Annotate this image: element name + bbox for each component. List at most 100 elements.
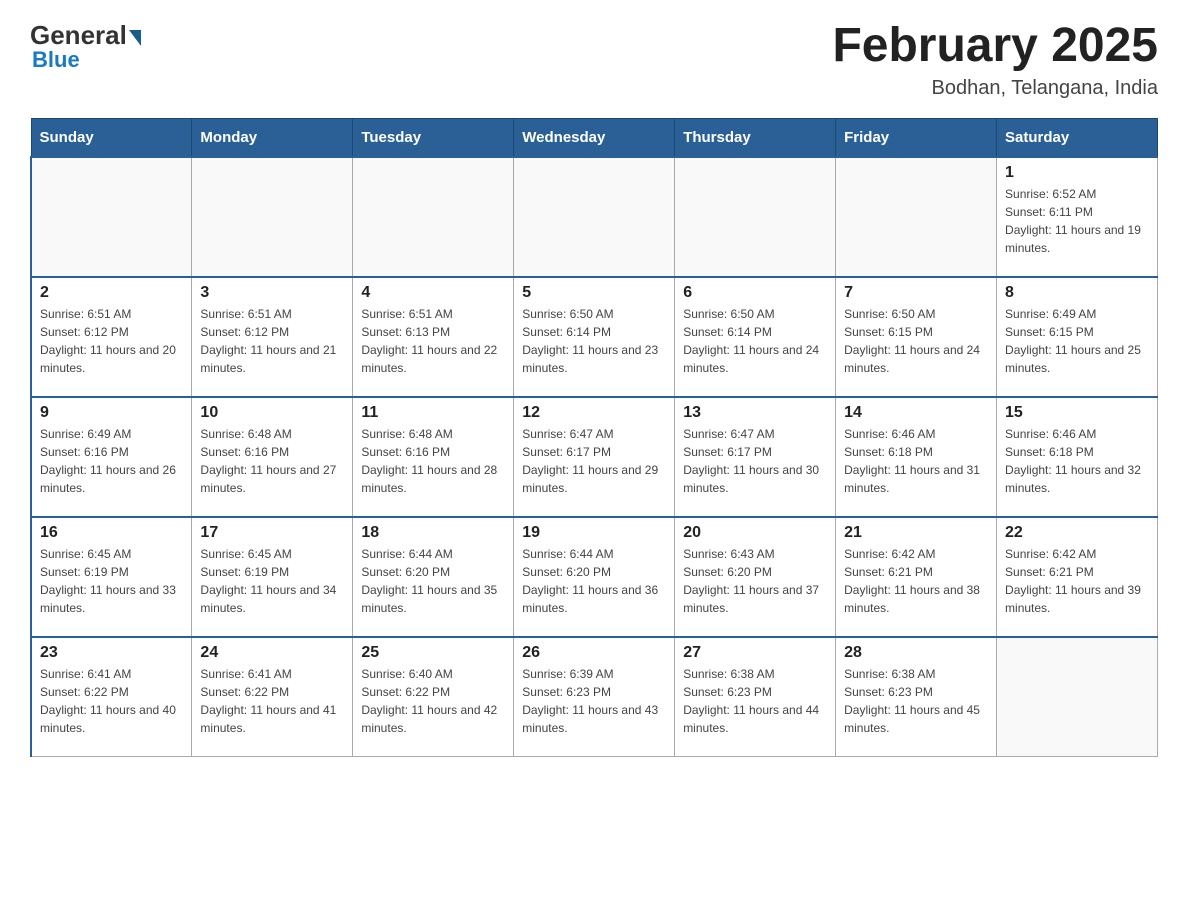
- week-row-4: 16 Sunrise: 6:45 AMSunset: 6:19 PMDayligh…: [31, 517, 1158, 637]
- title-area: February 2025 Bodhan, Telangana, India: [832, 20, 1158, 100]
- subtitle: Bodhan, Telangana, India: [832, 77, 1158, 100]
- day-number: 26: [522, 644, 666, 662]
- day-info: Sunrise: 6:49 AMSunset: 6:16 PMDaylight:…: [40, 425, 183, 497]
- day-info: Sunrise: 6:41 AMSunset: 6:22 PMDaylight:…: [200, 665, 344, 737]
- day-number: 2: [40, 284, 183, 302]
- cell-week4-day0: 16 Sunrise: 6:45 AMSunset: 6:19 PMDayligh…: [31, 517, 192, 637]
- cell-week2-day0: 2 Sunrise: 6:51 AMSunset: 6:12 PMDaylight…: [31, 277, 192, 397]
- cell-week2-day3: 5 Sunrise: 6:50 AMSunset: 6:14 PMDaylight…: [514, 277, 675, 397]
- day-number: 21: [844, 524, 988, 542]
- day-number: 10: [200, 404, 344, 422]
- day-info: Sunrise: 6:51 AMSunset: 6:13 PMDaylight:…: [361, 305, 505, 377]
- header-wednesday: Wednesday: [514, 118, 675, 157]
- cell-week4-day2: 18 Sunrise: 6:44 AMSunset: 6:20 PMDayligh…: [353, 517, 514, 637]
- day-number: 4: [361, 284, 505, 302]
- day-number: 7: [844, 284, 988, 302]
- cell-week1-day2: [353, 157, 514, 277]
- day-info: Sunrise: 6:46 AMSunset: 6:18 PMDaylight:…: [844, 425, 988, 497]
- day-info: Sunrise: 6:52 AMSunset: 6:11 PMDaylight:…: [1005, 185, 1149, 257]
- day-number: 27: [683, 644, 827, 662]
- day-number: 13: [683, 404, 827, 422]
- day-info: Sunrise: 6:39 AMSunset: 6:23 PMDaylight:…: [522, 665, 666, 737]
- cell-week3-day4: 13Sunrise: 6:47 AMSunset: 6:17 PMDayligh…: [675, 397, 836, 517]
- day-number: 20: [683, 524, 827, 542]
- day-info: Sunrise: 6:48 AMSunset: 6:16 PMDaylight:…: [361, 425, 505, 497]
- cell-week1-day1: [192, 157, 353, 277]
- day-number: 5: [522, 284, 666, 302]
- cell-week3-day5: 14 Sunrise: 6:46 AMSunset: 6:18 PMDayligh…: [836, 397, 997, 517]
- main-title: February 2025: [832, 20, 1158, 73]
- cell-week3-day3: 12 Sunrise: 6:47 AMSunset: 6:17 PMDayligh…: [514, 397, 675, 517]
- day-number: 17: [200, 524, 344, 542]
- day-number: 18: [361, 524, 505, 542]
- day-number: 1: [1005, 164, 1149, 182]
- cell-week5-day2: 25 Sunrise: 6:40 AMSunset: 6:22 PMDayligh…: [353, 637, 514, 757]
- day-info: Sunrise: 6:48 AMSunset: 6:16 PMDaylight:…: [200, 425, 344, 497]
- cell-week5-day6: [997, 637, 1158, 757]
- day-number: 19: [522, 524, 666, 542]
- header: General Blue February 2025 Bodhan, Telan…: [30, 20, 1158, 100]
- day-number: 25: [361, 644, 505, 662]
- logo-arrow-icon: [129, 30, 141, 46]
- day-info: Sunrise: 6:45 AMSunset: 6:19 PMDaylight:…: [40, 545, 183, 617]
- day-info: Sunrise: 6:51 AMSunset: 6:12 PMDaylight:…: [40, 305, 183, 377]
- logo-blue-text: Blue: [32, 47, 80, 73]
- header-saturday: Saturday: [997, 118, 1158, 157]
- week-row-1: 1 Sunrise: 6:52 AMSunset: 6:11 PMDaylight…: [31, 157, 1158, 277]
- day-number: 9: [40, 404, 183, 422]
- week-row-3: 9 Sunrise: 6:49 AMSunset: 6:16 PMDaylight…: [31, 397, 1158, 517]
- day-info: Sunrise: 6:50 AMSunset: 6:14 PMDaylight:…: [683, 305, 827, 377]
- day-info: Sunrise: 6:50 AMSunset: 6:14 PMDaylight:…: [522, 305, 666, 377]
- day-info: Sunrise: 6:42 AMSunset: 6:21 PMDaylight:…: [844, 545, 988, 617]
- cell-week4-day4: 20 Sunrise: 6:43 AMSunset: 6:20 PMDayligh…: [675, 517, 836, 637]
- days-header-row: Sunday Monday Tuesday Wednesday Thursday…: [31, 118, 1158, 157]
- calendar: Sunday Monday Tuesday Wednesday Thursday…: [30, 118, 1158, 758]
- week-row-5: 23 Sunrise: 6:41 AMSunset: 6:22 PMDayligh…: [31, 637, 1158, 757]
- cell-week4-day5: 21 Sunrise: 6:42 AMSunset: 6:21 PMDayligh…: [836, 517, 997, 637]
- cell-week5-day0: 23 Sunrise: 6:41 AMSunset: 6:22 PMDayligh…: [31, 637, 192, 757]
- day-info: Sunrise: 6:40 AMSunset: 6:22 PMDaylight:…: [361, 665, 505, 737]
- cell-week5-day3: 26 Sunrise: 6:39 AMSunset: 6:23 PMDayligh…: [514, 637, 675, 757]
- day-info: Sunrise: 6:42 AMSunset: 6:21 PMDaylight:…: [1005, 545, 1149, 617]
- cell-week2-day4: 6Sunrise: 6:50 AMSunset: 6:14 PMDaylight…: [675, 277, 836, 397]
- cell-week4-day6: 22 Sunrise: 6:42 AMSunset: 6:21 PMDayligh…: [997, 517, 1158, 637]
- day-number: 11: [361, 404, 505, 422]
- day-info: Sunrise: 6:44 AMSunset: 6:20 PMDaylight:…: [522, 545, 666, 617]
- day-number: 3: [200, 284, 344, 302]
- day-info: Sunrise: 6:43 AMSunset: 6:20 PMDaylight:…: [683, 545, 827, 617]
- cell-week3-day0: 9 Sunrise: 6:49 AMSunset: 6:16 PMDaylight…: [31, 397, 192, 517]
- day-info: Sunrise: 6:47 AMSunset: 6:17 PMDaylight:…: [522, 425, 666, 497]
- cell-week1-day0: [31, 157, 192, 277]
- cell-week2-day5: 7 Sunrise: 6:50 AMSunset: 6:15 PMDaylight…: [836, 277, 997, 397]
- day-number: 22: [1005, 524, 1149, 542]
- cell-week2-day1: 3Sunrise: 6:51 AMSunset: 6:12 PMDaylight…: [192, 277, 353, 397]
- cell-week1-day3: [514, 157, 675, 277]
- day-info: Sunrise: 6:46 AMSunset: 6:18 PMDaylight:…: [1005, 425, 1149, 497]
- cell-week1-day4: [675, 157, 836, 277]
- cell-week3-day1: 10 Sunrise: 6:48 AMSunset: 6:16 PMDayligh…: [192, 397, 353, 517]
- day-number: 23: [40, 644, 183, 662]
- header-sunday: Sunday: [31, 118, 192, 157]
- cell-week1-day5: [836, 157, 997, 277]
- day-number: 14: [844, 404, 988, 422]
- logo: General Blue: [30, 20, 141, 73]
- day-number: 28: [844, 644, 988, 662]
- day-info: Sunrise: 6:50 AMSunset: 6:15 PMDaylight:…: [844, 305, 988, 377]
- day-info: Sunrise: 6:41 AMSunset: 6:22 PMDaylight:…: [40, 665, 183, 737]
- cell-week5-day5: 28Sunrise: 6:38 AMSunset: 6:23 PMDayligh…: [836, 637, 997, 757]
- cell-week1-day6: 1 Sunrise: 6:52 AMSunset: 6:11 PMDaylight…: [997, 157, 1158, 277]
- cell-week5-day1: 24Sunrise: 6:41 AMSunset: 6:22 PMDayligh…: [192, 637, 353, 757]
- day-number: 16: [40, 524, 183, 542]
- day-info: Sunrise: 6:44 AMSunset: 6:20 PMDaylight:…: [361, 545, 505, 617]
- day-number: 12: [522, 404, 666, 422]
- day-number: 8: [1005, 284, 1149, 302]
- day-info: Sunrise: 6:49 AMSunset: 6:15 PMDaylight:…: [1005, 305, 1149, 377]
- header-monday: Monday: [192, 118, 353, 157]
- day-info: Sunrise: 6:45 AMSunset: 6:19 PMDaylight:…: [200, 545, 344, 617]
- cell-week4-day1: 17 Sunrise: 6:45 AMSunset: 6:19 PMDayligh…: [192, 517, 353, 637]
- header-friday: Friday: [836, 118, 997, 157]
- header-tuesday: Tuesday: [353, 118, 514, 157]
- cell-week3-day6: 15Sunrise: 6:46 AMSunset: 6:18 PMDayligh…: [997, 397, 1158, 517]
- cell-week3-day2: 11 Sunrise: 6:48 AMSunset: 6:16 PMDayligh…: [353, 397, 514, 517]
- header-thursday: Thursday: [675, 118, 836, 157]
